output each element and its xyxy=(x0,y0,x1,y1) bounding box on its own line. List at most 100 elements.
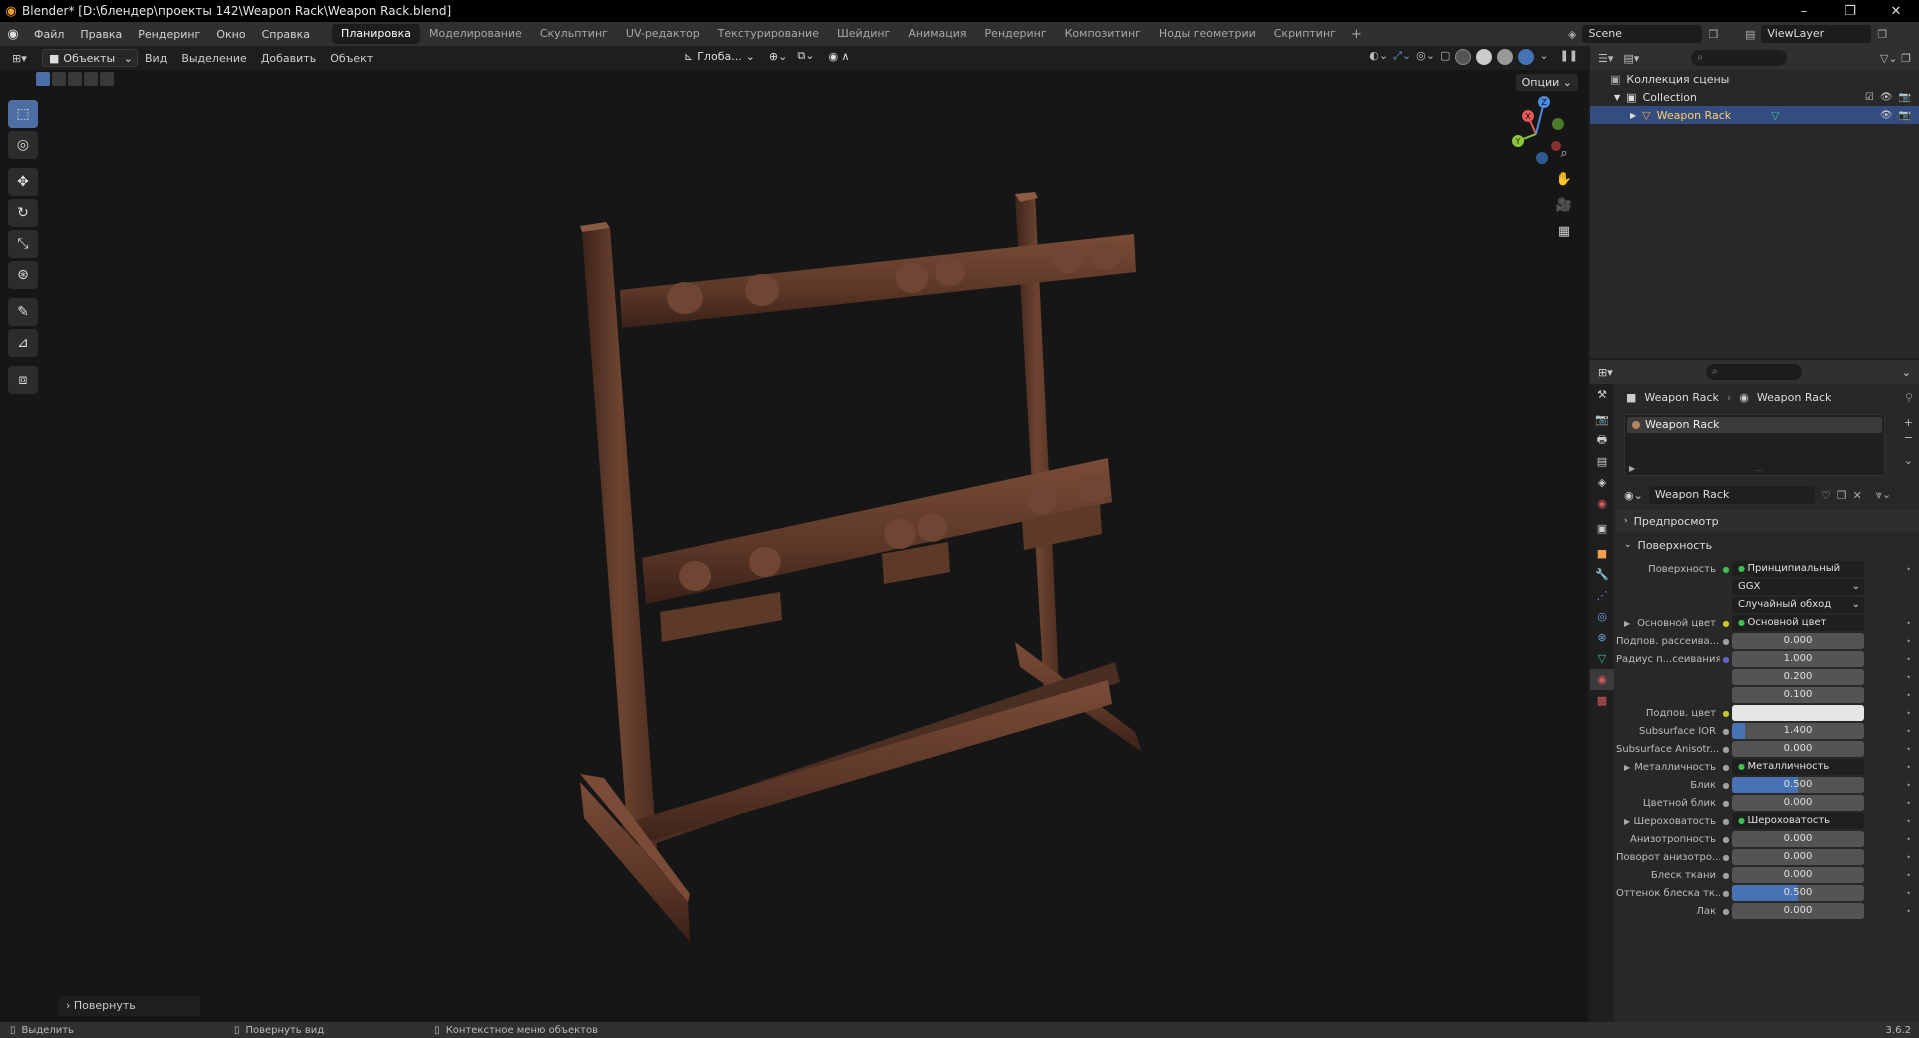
snap-icon[interactable]: ⧉⌄ xyxy=(797,49,814,63)
socket-icon[interactable]: ● xyxy=(1720,763,1732,772)
eye-icon[interactable]: 👁 xyxy=(1880,110,1893,121)
scene-tab-icon[interactable]: ◈ xyxy=(1590,472,1614,493)
property-value-field[interactable]: 0.500 xyxy=(1732,777,1864,793)
pan-hand-icon[interactable]: ✋ xyxy=(1553,168,1575,190)
close-button[interactable]: ✕ xyxy=(1873,0,1919,22)
world-tab-icon[interactable]: ◉ xyxy=(1590,493,1614,514)
keyframe-dot-icon[interactable]: • xyxy=(1906,889,1911,898)
move-icon[interactable]: ✥ xyxy=(8,168,38,196)
property-value-field[interactable] xyxy=(1732,705,1864,721)
tab-uv-editing[interactable]: UV-редактор xyxy=(617,24,709,44)
socket-icon[interactable]: ● xyxy=(1720,871,1732,880)
menu-add[interactable]: Добавить xyxy=(254,52,323,65)
material-browse-icon[interactable]: ◉⌄ xyxy=(1624,489,1643,502)
texture-tab-icon[interactable]: ▩ xyxy=(1590,690,1614,711)
display-mode-icon[interactable]: ▤▾ xyxy=(1623,52,1639,65)
tab-shading[interactable]: Шейдинг xyxy=(828,24,899,44)
options-dropdown[interactable]: Опции ⌄ xyxy=(1515,74,1578,91)
outliner-scene-collection[interactable]: ▣ Коллекция сцены xyxy=(1590,70,1919,88)
keyframe-dot-icon[interactable]: • xyxy=(1906,745,1911,754)
socket-icon[interactable]: ● xyxy=(1720,853,1732,862)
tab-modeling[interactable]: Моделирование xyxy=(420,24,531,44)
view-layer-icon[interactable]: ▤ xyxy=(1745,28,1755,41)
weapon-rack-model[interactable] xyxy=(560,142,1180,962)
socket-icon[interactable]: ● xyxy=(1720,619,1732,628)
properties-search-input[interactable]: ⌕ xyxy=(1706,364,1802,380)
property-link-field[interactable]: ● Шероховатость xyxy=(1732,813,1864,829)
outliner-object-weapon-rack[interactable]: ▶ ▽ Weapon Rack ▽ 👁 📷 xyxy=(1590,106,1919,124)
camera-view-icon[interactable]: 🎥 xyxy=(1553,194,1575,216)
material-shading-icon[interactable] xyxy=(1497,49,1514,65)
tab-texture-paint[interactable]: Текстурирование xyxy=(709,24,828,44)
slot-specials-icon[interactable]: ⌄ xyxy=(1904,454,1913,467)
collection-tab-icon[interactable]: ▣ xyxy=(1590,518,1614,539)
constraints-tab-icon[interactable]: ⊗ xyxy=(1590,627,1614,648)
data-tab-icon[interactable]: ▽ xyxy=(1590,648,1614,669)
overlay-icon[interactable]: ◎⌄ xyxy=(1416,49,1435,65)
ortho-grid-icon[interactable]: ▦ xyxy=(1553,220,1575,242)
material-slot-item[interactable]: Weapon Rack xyxy=(1627,417,1882,433)
menu-window[interactable]: Окно xyxy=(208,28,253,41)
new-scene-icon[interactable]: ❐ xyxy=(1708,28,1718,41)
socket-icon[interactable]: ● xyxy=(1720,745,1732,754)
menu-edit[interactable]: Правка xyxy=(72,28,130,41)
maximize-button[interactable]: ❐ xyxy=(1827,0,1873,22)
property-link-field[interactable]: ● Принципиальный BSDF xyxy=(1732,561,1864,577)
add-cube-icon[interactable]: ⧈ xyxy=(8,366,38,394)
keyframe-dot-icon[interactable]: • xyxy=(1906,655,1911,664)
tab-geometry-nodes[interactable]: Ноды геометрии xyxy=(1150,24,1265,44)
measure-icon[interactable]: ⊿ xyxy=(8,329,38,357)
socket-icon[interactable]: ● xyxy=(1720,907,1732,916)
object-tab-icon[interactable]: ■ xyxy=(1590,543,1614,564)
socket-icon[interactable]: ● xyxy=(1720,889,1732,898)
menu-render[interactable]: Рендеринг xyxy=(130,28,208,41)
keyframe-dot-icon[interactable]: • xyxy=(1906,619,1911,628)
blender-menu-icon[interactable]: ◉ xyxy=(0,27,26,42)
zoom-icon[interactable]: ⌕ xyxy=(1553,142,1575,164)
select-new-icon[interactable] xyxy=(36,72,50,86)
menu-help[interactable]: Справка xyxy=(254,28,318,41)
keyframe-dot-icon[interactable]: • xyxy=(1906,727,1911,736)
add-workspace-button[interactable]: + xyxy=(1345,27,1368,42)
pin-icon[interactable]: ⚲ xyxy=(1905,391,1913,404)
keyframe-dot-icon[interactable]: • xyxy=(1906,781,1911,790)
scale-icon[interactable]: ⤡ xyxy=(8,230,38,258)
keyframe-dot-icon[interactable]: • xyxy=(1906,871,1911,880)
material-name-field[interactable]: Weapon Rack xyxy=(1648,486,1815,504)
solid-shading-icon[interactable] xyxy=(1476,49,1493,65)
expand-icon[interactable]: ▶ xyxy=(1629,464,1635,473)
filter-icon[interactable]: ▽⌄ ❐ xyxy=(1880,52,1911,65)
new-view-layer-icon[interactable]: ❐ xyxy=(1877,28,1887,41)
checkbox-icon[interactable]: ☑ xyxy=(1865,92,1874,103)
output-tab-icon[interactable]: 🖶 xyxy=(1590,430,1614,451)
socket-icon[interactable]: ● xyxy=(1720,817,1732,826)
add-slot-button[interactable]: + xyxy=(1904,416,1913,429)
socket-icon[interactable]: ● xyxy=(1720,835,1732,844)
rendered-shading-icon[interactable] xyxy=(1518,49,1535,65)
select-subtract-icon[interactable] xyxy=(68,72,82,86)
visibility-icon[interactable]: ◐⌄ xyxy=(1369,49,1388,65)
editor-type-icon[interactable]: ⊞▾ xyxy=(12,52,27,65)
outliner-collection[interactable]: ▼ ▣ Collection ☑ 👁 📷 xyxy=(1590,88,1919,106)
menu-select[interactable]: Выделение xyxy=(174,52,254,65)
property-dropdown[interactable]: GGX ⌄ xyxy=(1732,579,1864,595)
property-value-field[interactable]: 0.500 xyxy=(1732,885,1864,901)
eye-icon[interactable]: 👁 xyxy=(1880,92,1893,103)
shading-options-icon[interactable]: ⌄ xyxy=(1539,49,1548,65)
expand-icon[interactable]: ▶ xyxy=(1624,619,1630,628)
socket-icon[interactable]: ● xyxy=(1720,727,1732,736)
socket-icon[interactable]: ● xyxy=(1720,637,1732,646)
preview-panel-header[interactable]: › Предпросмотр xyxy=(1616,510,1919,532)
keyframe-dot-icon[interactable]: • xyxy=(1906,709,1911,718)
material-tab-icon[interactable]: ◉ xyxy=(1590,669,1614,690)
property-value-field[interactable]: 0.100 xyxy=(1732,687,1864,703)
proportional-edit-icon[interactable]: ◉ ∧ xyxy=(828,50,849,63)
material-slot-list[interactable]: Weapon Rack ▶ ⋯ xyxy=(1624,414,1885,476)
select-intersect-icon[interactable] xyxy=(100,72,114,86)
property-value-field[interactable]: 0.000 xyxy=(1732,867,1864,883)
transform-orientation[interactable]: ⊾ Глоба... ⌄ ⊕⌄ ⧉⌄ ◉ ∧ xyxy=(684,49,850,63)
tab-rendering[interactable]: Рендеринг xyxy=(976,24,1056,44)
camera-icon[interactable]: 📷 xyxy=(1899,110,1911,121)
modifier-tab-icon[interactable]: 🔧 xyxy=(1590,564,1614,585)
tab-sculpting[interactable]: Скульптинг xyxy=(531,24,617,44)
